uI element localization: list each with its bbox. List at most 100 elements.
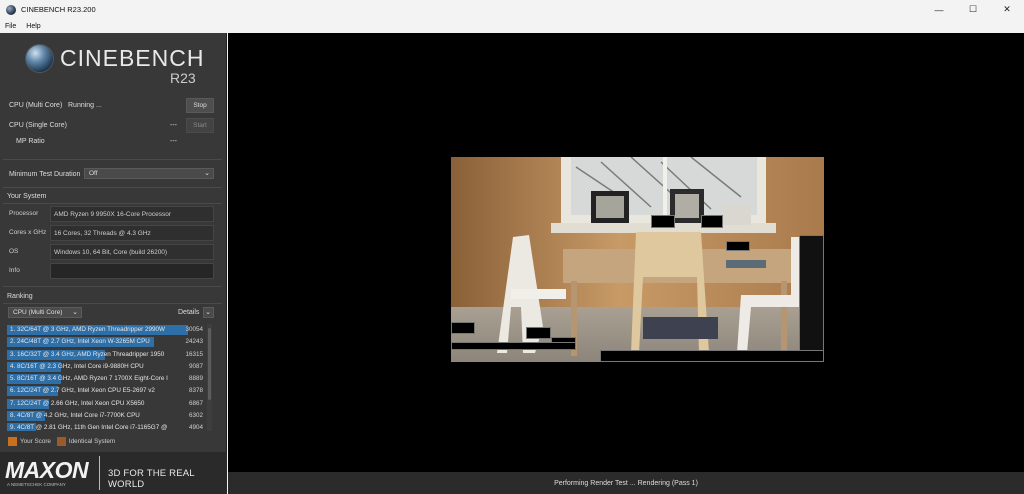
your-score-label: Your Score (20, 438, 51, 445)
ranking-scrollbar[interactable] (207, 324, 212, 431)
ranking-row[interactable]: 3. 16C/32T @ 3.4 GHz, AMD Ryzen Threadri… (7, 349, 206, 361)
cinebench-logo: CINEBENCH R23 (0, 33, 227, 93)
ranking-label: 1. 32C/64T @ 3 GHz, AMD Ryzen Threadripp… (10, 326, 165, 333)
logo-name: CINEBENCH (60, 45, 205, 71)
info-field[interactable] (50, 263, 214, 279)
ranking-label: 3. 16C/32T @ 3.4 GHz, AMD Ryzen Threadri… (10, 350, 165, 358)
test-single-core-status: --- (170, 122, 177, 129)
ranking-score: 8889 (188, 375, 203, 383)
maxon-divider (99, 456, 100, 490)
mp-ratio-value: --- (170, 138, 177, 145)
menu-help[interactable]: Help (21, 23, 45, 30)
ranking-row[interactable]: 5. 8C/16T @ 3.4 GHz, AMD Ryzen 7 1700X E… (7, 373, 206, 385)
render-tile (726, 241, 750, 251)
ranking-score: 6302 (188, 412, 203, 420)
os-label: OS (9, 248, 19, 255)
menu-file[interactable]: File (0, 23, 21, 30)
ranking-score: 30054 (185, 326, 203, 333)
ranking-score: 9087 (188, 362, 203, 370)
maxon-logo: MAXON (5, 457, 89, 483)
divider (3, 159, 222, 160)
min-duration-select[interactable]: Off ⌄ (84, 168, 214, 179)
scrollbar-thumb[interactable] (208, 328, 211, 400)
test-single-core-label: CPU (Single Core) (9, 122, 67, 129)
ranking-label: 9. 4C/8T @ 2.81 GHz, 11th Gen Intel Core… (10, 424, 168, 431)
render-tile (651, 215, 675, 228)
divider (3, 187, 222, 188)
chevron-down-icon: ⌄ (204, 170, 210, 177)
test-single-core-row: CPU (Single Core) --- Start (0, 118, 227, 134)
minimize-button[interactable]: — (922, 0, 956, 19)
os-row: OS Windows 10, 64 Bit, Core (build 26200… (6, 244, 214, 261)
test-multi-core-row: CPU (Multi Core) Running ... Stop (0, 98, 227, 114)
maxon-subtitle: A NEMETSCHEK COMPANY (7, 482, 66, 487)
divider (3, 303, 222, 304)
ranking-score: 4904 (188, 424, 203, 431)
ranking-row[interactable]: 4. 8C/16T @ 2.3 GHz, Intel Core i9-9880H… (7, 361, 206, 373)
your-system-title: Your System (7, 193, 47, 200)
ranking-label: 4. 8C/16T @ 2.3 GHz, Intel Core i9-9880H… (10, 362, 144, 370)
left-panel: CINEBENCH R23 CPU (Multi Core) Running .… (0, 33, 227, 494)
mp-ratio-row: MP Ratio --- (0, 134, 227, 150)
ranking-row[interactable]: 8. 4C/8T @ 4.2 GHz, Intel Core i7-7700K … (7, 410, 206, 422)
mp-ratio-label: MP Ratio (16, 138, 45, 145)
title-bar: CINEBENCH R23.200 — ☐ ✕ (0, 0, 1024, 19)
processor-value: AMD Ryzen 9 9950X 16-Core Processor (50, 206, 214, 222)
ranking-title: Ranking (7, 293, 33, 300)
ranking-row[interactable]: 1. 32C/64T @ 3 GHz, AMD Ryzen Threadripp… (7, 324, 206, 336)
ranking-list[interactable]: 1. 32C/64T @ 3 GHz, AMD Ryzen Threadripp… (7, 324, 206, 431)
ranking-row[interactable]: 6. 12C/24T @ 2.7 GHz, Intel Xeon CPU E5-… (7, 385, 206, 397)
render-tile (451, 342, 576, 350)
render-tile (600, 350, 824, 362)
your-score-swatch (8, 437, 17, 446)
ranking-row[interactable]: 7. 12C/24T @ 2.66 GHz, Intel Xeon CPU X5… (7, 398, 206, 410)
os-value: Windows 10, 64 Bit, Core (build 26200) (50, 244, 214, 260)
test-multi-core-status: Running ... (68, 102, 102, 109)
chevron-down-icon: ⌄ (72, 309, 78, 316)
render-tile (701, 215, 723, 228)
maxon-tagline: 3D FOR THE REAL WORLD (108, 468, 195, 490)
render-tile (799, 235, 824, 362)
details-label[interactable]: Details (178, 309, 199, 316)
menu-bar: File Help (0, 19, 1024, 33)
window-title: CINEBENCH R23.200 (21, 5, 96, 14)
ranking-select-value: CPU (Multi Core) (13, 309, 63, 316)
details-toggle[interactable]: ⌄ (203, 307, 214, 318)
ranking-score: 24243 (185, 338, 203, 346)
ranking-row[interactable]: 2. 24C/48T @ 2.7 GHz, Intel Xeon W-3265M… (7, 336, 206, 348)
status-bar: Performing Render Test ... Rendering (Pa… (228, 472, 1024, 494)
cinebench-sphere-icon (26, 45, 53, 72)
logo-version: R23 (170, 70, 196, 86)
render-image (451, 157, 824, 362)
ranking-label: 5. 8C/16T @ 3.4 GHz, AMD Ryzen 7 1700X E… (10, 375, 168, 383)
chevron-down-icon: ⌄ (205, 309, 211, 316)
ranking-score: 8378 (188, 387, 203, 395)
divider (3, 286, 222, 287)
identical-system-label: Identical System (68, 438, 116, 445)
ranking-select[interactable]: CPU (Multi Core) ⌄ (8, 307, 82, 318)
stop-button[interactable]: Stop (186, 98, 214, 113)
cores-row: Cores x GHz 16 Cores, 32 Threads @ 4.3 G… (6, 225, 214, 242)
maximize-button[interactable]: ☐ (956, 0, 990, 19)
ranking-label: 6. 12C/24T @ 2.7 GHz, Intel Xeon CPU E5-… (10, 387, 155, 395)
min-duration-value: Off (89, 170, 98, 177)
ranking-legend: Your Score Identical System (8, 437, 115, 446)
cinebench-app-icon (6, 4, 16, 15)
min-duration-label: Minimum Test Duration (9, 171, 81, 178)
ranking-label: 8. 4C/8T @ 4.2 GHz, Intel Core i7-7700K … (10, 412, 140, 420)
ranking-row[interactable]: 9. 4C/8T @ 2.81 GHz, 11th Gen Intel Core… (7, 422, 206, 431)
cores-label: Cores x GHz (9, 229, 47, 236)
start-button[interactable]: Start (186, 118, 214, 133)
ranking-score: 6867 (188, 399, 203, 407)
maxon-banner: MAXON A NEMETSCHEK COMPANY 3D FOR THE RE… (0, 452, 227, 494)
close-button[interactable]: ✕ (990, 0, 1024, 19)
identical-system-swatch (56, 437, 66, 446)
ranking-score: 16315 (185, 350, 203, 358)
render-tile (526, 327, 551, 339)
render-viewport (228, 33, 1024, 472)
test-multi-core-label: CPU (Multi Core) (9, 102, 63, 109)
render-scene (451, 157, 824, 362)
processor-row: Processor AMD Ryzen 9 9950X 16-Core Proc… (6, 206, 214, 223)
ranking-label: 2. 24C/48T @ 2.7 GHz, Intel Xeon W-3265M… (10, 338, 150, 346)
info-row: Info (6, 263, 214, 280)
